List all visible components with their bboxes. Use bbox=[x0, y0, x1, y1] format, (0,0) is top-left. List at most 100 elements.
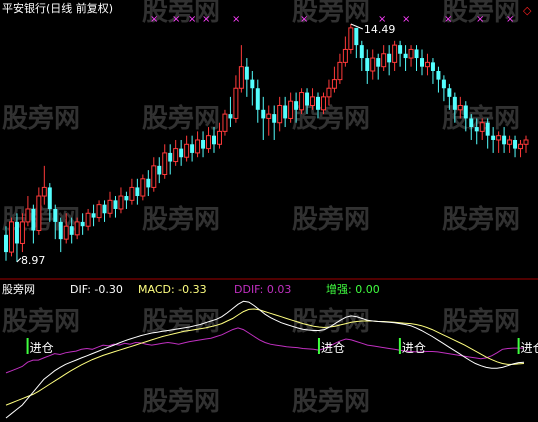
candle bbox=[496, 131, 502, 153]
candle bbox=[238, 45, 244, 93]
candle bbox=[272, 105, 277, 140]
buy-signal: 进仓 bbox=[317, 338, 345, 355]
candle bbox=[266, 105, 272, 136]
candle bbox=[277, 96, 283, 132]
stock-chart: 股旁网 股旁网 股旁网股旁网 股旁网 股旁网 股旁网股旁网 股旁网 股旁网股旁网 股旁网 股旁网股… bbox=[0, 0, 538, 419]
candle bbox=[414, 45, 419, 71]
candle bbox=[430, 58, 435, 84]
x-marker: × bbox=[202, 14, 210, 25]
x-marker: × bbox=[172, 14, 180, 25]
candle bbox=[370, 49, 376, 80]
candle bbox=[96, 200, 102, 222]
watermark: 股旁网 bbox=[442, 204, 520, 235]
candle bbox=[228, 96, 233, 128]
candle bbox=[107, 191, 113, 218]
candle bbox=[173, 139, 179, 166]
buy-signal-label: 进仓 bbox=[321, 341, 345, 355]
candle bbox=[190, 135, 195, 162]
watermark: 股旁网 bbox=[442, 306, 520, 337]
buy-signal: 进仓 bbox=[26, 338, 54, 355]
watermark: 股旁网 bbox=[142, 204, 220, 235]
candle bbox=[436, 66, 441, 93]
candle bbox=[102, 200, 107, 222]
candle bbox=[118, 187, 124, 214]
candle bbox=[129, 178, 135, 205]
candle bbox=[135, 178, 140, 205]
low-price-annotation: 8.97 bbox=[16, 254, 46, 267]
candle bbox=[337, 53, 343, 84]
candle bbox=[41, 165, 47, 205]
candle bbox=[31, 204, 36, 244]
indicator-name: 股旁网 bbox=[2, 282, 35, 296]
candle bbox=[518, 139, 524, 158]
macd-label: MACD: -0.33 bbox=[138, 283, 207, 296]
candle bbox=[222, 109, 228, 136]
enhance-label: 增强: 0.00 bbox=[326, 282, 380, 296]
candle bbox=[255, 79, 260, 123]
candle bbox=[348, 24, 354, 54]
candle bbox=[354, 27, 359, 59]
candle bbox=[140, 174, 146, 201]
candle bbox=[25, 196, 31, 227]
candle bbox=[85, 208, 91, 231]
candle bbox=[162, 144, 168, 179]
candle bbox=[424, 53, 430, 76]
candle bbox=[288, 92, 294, 123]
ddif-label: DDIF: 0.03 bbox=[234, 283, 291, 296]
candle bbox=[359, 40, 364, 71]
buy-signal: 进仓 bbox=[398, 338, 426, 355]
candle bbox=[441, 75, 446, 102]
low-price-label: 8.97 bbox=[21, 254, 46, 267]
candle bbox=[36, 187, 42, 235]
x-marker: × bbox=[506, 14, 514, 25]
x-marker: × bbox=[232, 14, 240, 25]
candle bbox=[195, 131, 201, 158]
candle bbox=[403, 45, 408, 71]
watermark: 股旁网 bbox=[2, 103, 80, 134]
watermarks: 股旁网 股旁网 股旁网股旁网 股旁网 股旁网 股旁网股旁网 股旁网 股旁网股旁网 股旁网 股旁网股… bbox=[2, 0, 520, 417]
candle bbox=[408, 45, 414, 67]
candle bbox=[124, 191, 129, 209]
chart-title: 平安银行(日线 前复权) bbox=[2, 1, 113, 15]
candle bbox=[113, 196, 118, 218]
watermark: 股旁网 bbox=[2, 306, 80, 337]
candle bbox=[168, 144, 173, 175]
candle bbox=[250, 70, 255, 106]
watermark: 股旁网 bbox=[292, 386, 370, 417]
candle bbox=[365, 49, 370, 84]
high-price-label: 14.49 bbox=[364, 23, 396, 36]
candle bbox=[244, 58, 249, 97]
buy-signal-label: 进仓 bbox=[521, 341, 538, 355]
candle bbox=[184, 135, 190, 162]
candle bbox=[233, 75, 239, 123]
candle bbox=[392, 40, 398, 71]
candle bbox=[420, 49, 424, 76]
buy-signal: 进仓 bbox=[517, 338, 538, 355]
watermark: 股旁网 bbox=[292, 204, 370, 235]
candle bbox=[80, 213, 85, 235]
candle bbox=[523, 135, 529, 153]
candle bbox=[376, 53, 381, 80]
candle bbox=[326, 79, 332, 106]
x-marker: × bbox=[188, 14, 196, 25]
candle bbox=[331, 66, 337, 93]
dif-label: DIF: -0.30 bbox=[70, 283, 123, 296]
candle bbox=[381, 45, 387, 71]
diamond-icon: ◇ bbox=[523, 4, 532, 17]
candle bbox=[342, 36, 348, 67]
candle bbox=[261, 96, 266, 140]
candle bbox=[157, 157, 162, 184]
candle bbox=[398, 40, 403, 67]
candle bbox=[151, 157, 157, 192]
candle bbox=[485, 118, 490, 149]
candle bbox=[8, 217, 14, 257]
x-marker: × bbox=[476, 14, 484, 25]
x-marker: × bbox=[150, 14, 158, 25]
candle bbox=[507, 135, 513, 153]
x-marker: × bbox=[300, 14, 308, 25]
x-marker: × bbox=[444, 14, 452, 25]
candle bbox=[513, 135, 518, 158]
candle bbox=[299, 88, 305, 115]
candle bbox=[146, 170, 151, 197]
candle bbox=[201, 131, 206, 158]
